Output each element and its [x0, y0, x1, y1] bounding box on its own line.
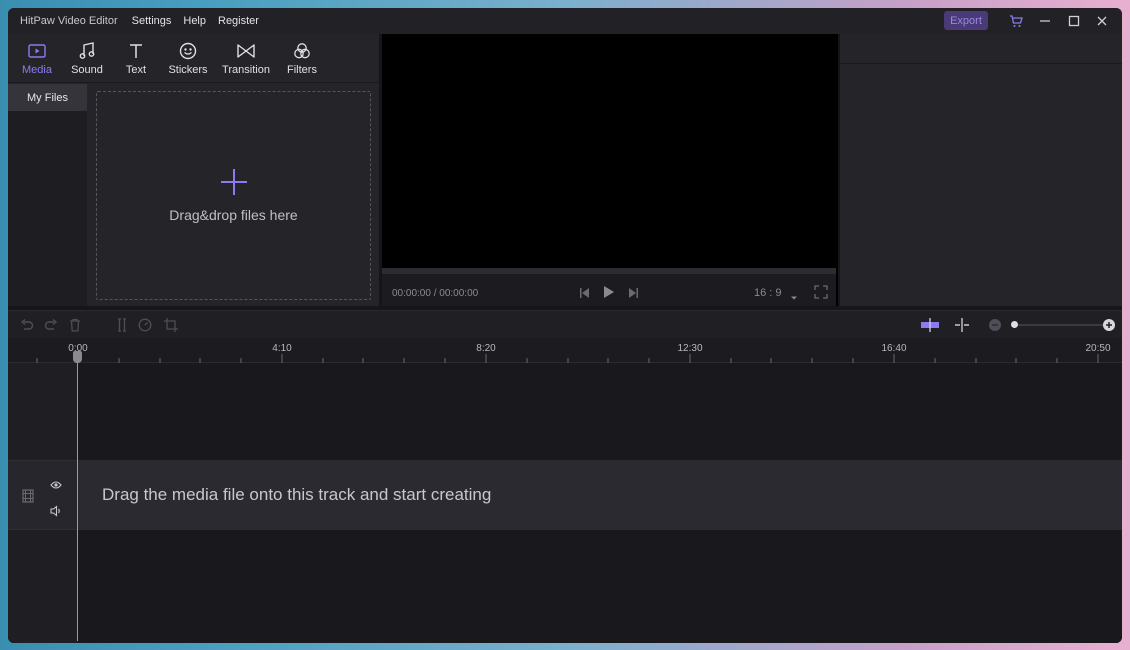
- crop-icon[interactable]: [164, 318, 178, 332]
- tab-stickers[interactable]: Stickers: [164, 34, 212, 83]
- tab-transition-label: Transition: [222, 64, 270, 76]
- main-track-header: [8, 460, 78, 530]
- transition-icon: [236, 41, 256, 61]
- tab-filters[interactable]: Filters: [282, 34, 322, 83]
- title-bar: HitPaw Video Editor Settings Help Regist…: [8, 8, 1122, 34]
- dropzone-text: Drag&drop files here: [169, 207, 298, 223]
- tab-filters-label: Filters: [287, 64, 317, 76]
- ruler-label: 8:20: [476, 343, 496, 354]
- plus-icon: [220, 168, 248, 201]
- main-track-hint: Drag the media file onto this track and …: [102, 485, 492, 504]
- speed-icon[interactable]: [138, 318, 152, 332]
- tab-media-label: Media: [22, 64, 52, 76]
- ruler-label: 4:10: [272, 343, 292, 354]
- close-icon[interactable]: [1093, 12, 1111, 30]
- minimize-icon[interactable]: [1036, 12, 1054, 30]
- media-dropzone[interactable]: Drag&drop files here: [96, 91, 371, 300]
- zoom-in-icon[interactable]: [1102, 318, 1116, 332]
- ruler-label: 12:30: [677, 343, 703, 354]
- export-button[interactable]: Export: [944, 11, 988, 30]
- music-note-icon: [79, 41, 95, 61]
- magnet-snap-icon[interactable]: [954, 318, 970, 332]
- menu-register[interactable]: Register: [218, 15, 259, 27]
- timeline-ruler[interactable]: 0:00 4:10 8:20 12:30 16:40 20:50: [8, 338, 1122, 363]
- maximize-icon[interactable]: [1065, 12, 1083, 30]
- undo-icon[interactable]: [20, 318, 34, 332]
- play-icon[interactable]: [603, 285, 615, 304]
- tab-stickers-label: Stickers: [168, 64, 208, 76]
- tab-text[interactable]: Text: [118, 34, 154, 83]
- app-title: HitPaw Video Editor: [20, 15, 118, 27]
- menu-settings[interactable]: Settings: [132, 15, 172, 27]
- media-icon: [28, 41, 46, 61]
- zoom-slider-thumb[interactable]: [1011, 321, 1018, 328]
- preview-controls: 00:00:00 / 00:00:00 16 : 9: [382, 268, 836, 306]
- fit-timeline-icon[interactable]: [920, 318, 940, 332]
- library-sidebar: My Files: [8, 84, 87, 306]
- fullscreen-icon[interactable]: [814, 285, 828, 304]
- app-window: HitPaw Video Editor Settings Help Regist…: [8, 8, 1122, 643]
- my-files-item[interactable]: My Files: [8, 84, 87, 111]
- film-strip-icon: [22, 489, 34, 508]
- timeline-toolbar: [8, 310, 1122, 338]
- ruler-label: 20:50: [1085, 343, 1111, 354]
- next-frame-icon[interactable]: [627, 286, 639, 304]
- playhead-handle[interactable]: [73, 351, 82, 363]
- tab-transition[interactable]: Transition: [218, 34, 274, 83]
- ruler-ticks: [36, 354, 1099, 363]
- library-panel: Media Sound Text Stickers Transition Fil…: [8, 34, 379, 306]
- cart-icon[interactable]: [1007, 12, 1025, 30]
- media-tabs: Media Sound Text Stickers Transition Fil…: [8, 34, 379, 83]
- speaker-icon[interactable]: [50, 504, 62, 522]
- zoom-out-icon[interactable]: [988, 318, 1002, 332]
- tab-sound[interactable]: Sound: [67, 34, 107, 83]
- video-preview: [382, 34, 838, 306]
- main-track[interactable]: Drag the media file onto this track and …: [78, 460, 1122, 530]
- aspect-ratio-select[interactable]: 16 : 9: [754, 287, 782, 299]
- properties-panel: [840, 34, 1122, 306]
- tab-sound-label: Sound: [71, 64, 103, 76]
- split-icon[interactable]: [115, 318, 129, 332]
- ruler-label: 16:40: [881, 343, 907, 354]
- menu-help[interactable]: Help: [183, 15, 206, 27]
- previous-frame-icon[interactable]: [579, 286, 591, 304]
- properties-header: [840, 34, 1122, 64]
- tab-text-label: Text: [125, 64, 147, 76]
- playhead-line[interactable]: [77, 351, 78, 641]
- eye-icon[interactable]: [50, 477, 62, 495]
- tab-media[interactable]: Media: [17, 34, 57, 83]
- track-area: Drag the media file onto this track and …: [8, 363, 1122, 643]
- text-icon: [128, 41, 144, 61]
- zoom-slider-track[interactable]: [1016, 324, 1106, 326]
- redo-icon[interactable]: [44, 318, 58, 332]
- filters-icon: [293, 41, 311, 61]
- delete-icon[interactable]: [68, 318, 82, 332]
- sticker-icon: [179, 41, 197, 61]
- chevron-down-icon[interactable]: [790, 288, 798, 306]
- preview-timecode: 00:00:00 / 00:00:00: [392, 288, 479, 299]
- preview-progress-bar[interactable]: [382, 268, 836, 274]
